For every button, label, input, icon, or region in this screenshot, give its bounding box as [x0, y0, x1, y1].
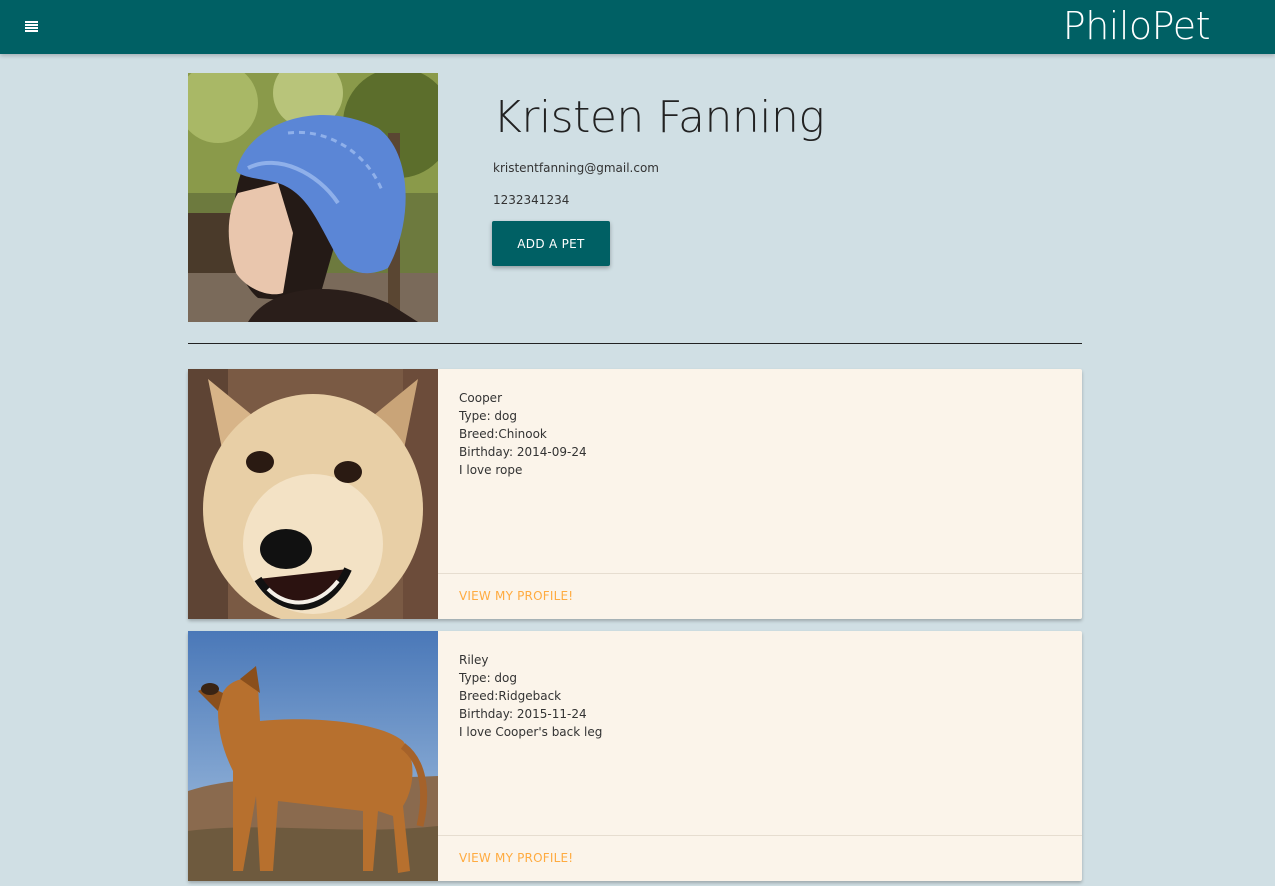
user-name: Kristen Fanning	[493, 92, 825, 143]
view-profile-link[interactable]: VIEW MY PROFILE!	[459, 589, 573, 603]
pet-bio: I love Cooper's back leg	[459, 725, 603, 739]
pet-birthday: Birthday: 2014-09-24	[459, 445, 587, 459]
pet-details: Cooper Type: dog Breed:Chinook Birthday:…	[459, 389, 587, 479]
pet-photo	[188, 631, 438, 881]
pet-birthday: Birthday: 2015-11-24	[459, 707, 587, 721]
user-email: kristentfanning@gmail.com	[493, 161, 659, 175]
pet-card: Cooper Type: dog Breed:Chinook Birthday:…	[188, 369, 1082, 619]
pet-details: Riley Type: dog Breed:Ridgeback Birthday…	[459, 651, 602, 741]
top-navbar: PhiloPet	[0, 0, 1275, 54]
pet-bio: I love rope	[459, 463, 523, 477]
pet-breed: Breed:Ridgeback	[459, 689, 562, 703]
card-action: VIEW MY PROFILE!	[438, 573, 1082, 619]
pet-photo	[188, 369, 438, 619]
pet-name: Cooper	[459, 391, 502, 405]
pet-breed: Breed:Chinook	[459, 427, 547, 441]
brand-logo[interactable]: PhiloPet	[1063, 0, 1211, 54]
pet-card: Riley Type: dog Breed:Ridgeback Birthday…	[188, 631, 1082, 881]
user-phone: 1232341234	[493, 193, 570, 207]
section-divider	[188, 343, 1082, 344]
menu-icon[interactable]	[18, 14, 46, 40]
view-profile-link[interactable]: VIEW MY PROFILE!	[459, 851, 573, 865]
pet-type: Type: dog	[459, 671, 517, 685]
user-avatar	[188, 73, 438, 322]
pet-name: Riley	[459, 653, 489, 667]
add-pet-button[interactable]: ADD A PET	[492, 221, 610, 266]
card-action: VIEW MY PROFILE!	[438, 835, 1082, 881]
pet-type: Type: dog	[459, 409, 517, 423]
